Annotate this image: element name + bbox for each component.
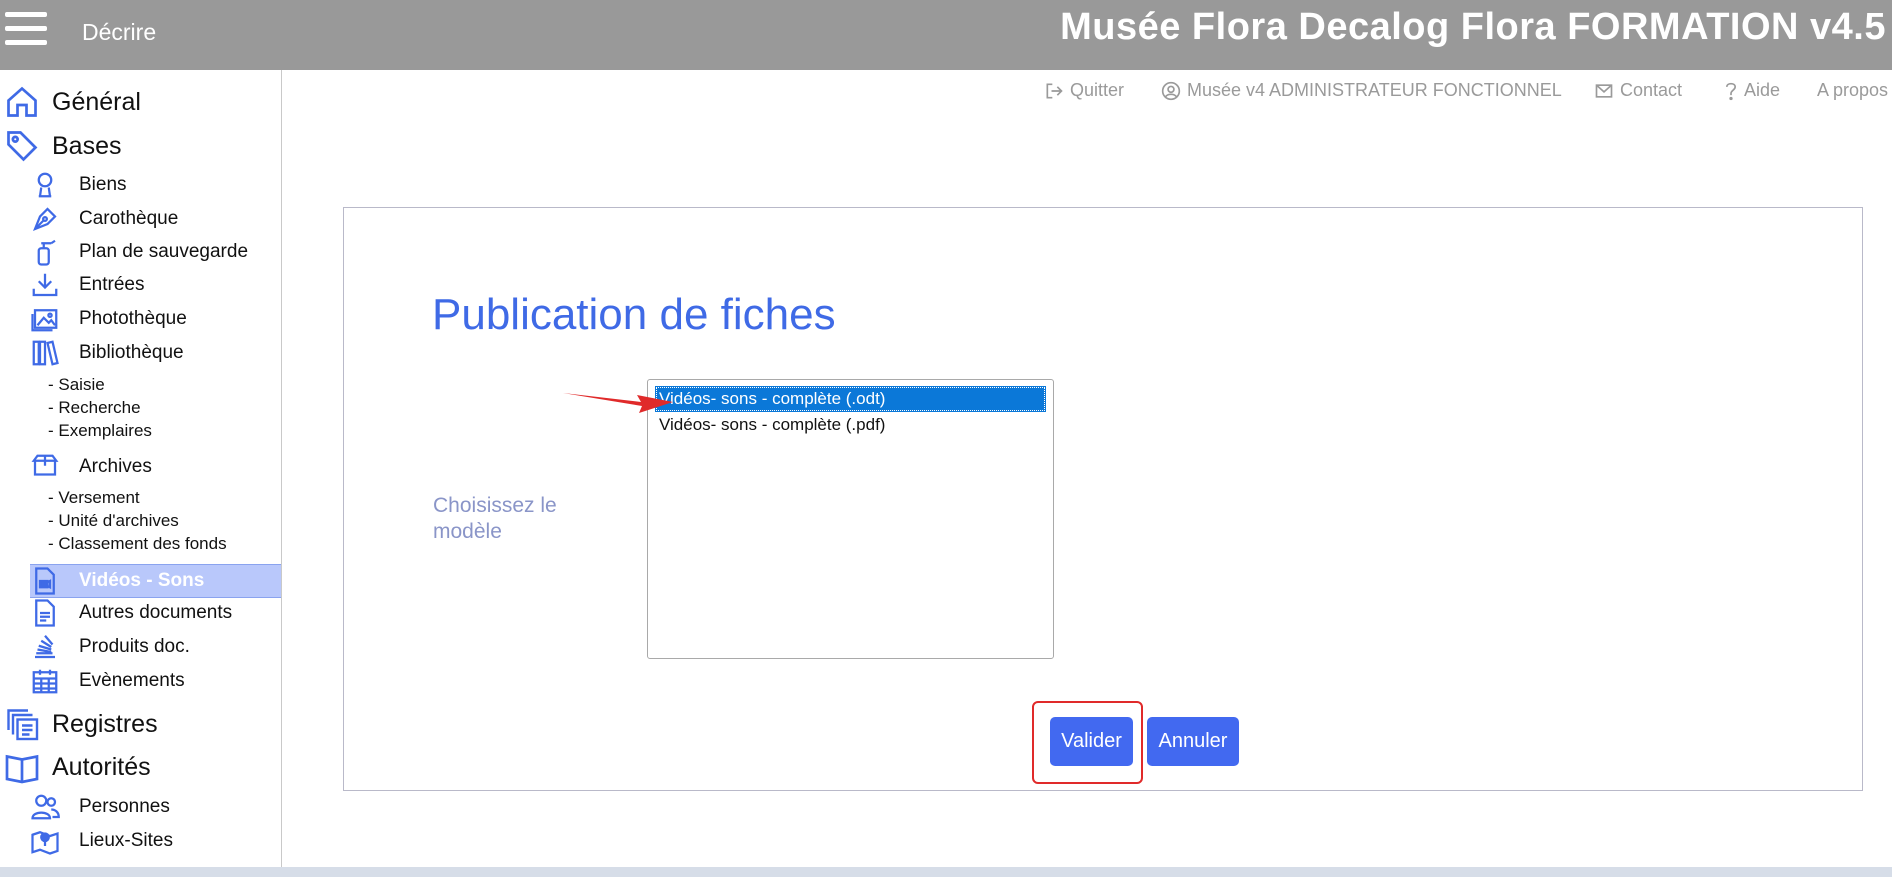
hamburger-menu-icon[interactable] (5, 12, 47, 48)
nav-archives-label: Archives (79, 456, 152, 477)
user-circle-icon (1161, 81, 1181, 101)
video-file-icon (30, 566, 60, 596)
nav-carotheque-label: Carothèque (79, 208, 179, 229)
bottom-scroll-strip (0, 867, 1892, 877)
image-icon (30, 304, 60, 334)
nav-bibliotheque[interactable]: Bibliothèque (30, 338, 184, 368)
model-listbox[interactable]: Vidéos- sons - complète (.odt) Vidéos- s… (647, 379, 1054, 659)
top-bar: Décrire Musée Flora Decalog Flora FORMAT… (0, 0, 1892, 70)
nav-carotheque[interactable]: Carothèque (30, 204, 178, 234)
quit-link[interactable]: Quitter (1044, 80, 1124, 101)
sub-unite-archives[interactable]: - Unité d'archives (48, 511, 179, 531)
sub-versement[interactable]: - Versement (48, 488, 140, 508)
fire-extinguisher-icon (30, 237, 60, 267)
books-icon (30, 338, 60, 368)
user-label: Musée v4 ADMINISTRATEUR FONCTIONNEL (1187, 80, 1562, 100)
nav-lieux-sites[interactable]: Lieux-Sites (30, 826, 173, 856)
download-tray-icon (30, 270, 60, 300)
nav-general[interactable]: Général (4, 84, 141, 120)
sidebar: Général Bases Biens Carothèque Plan de s… (0, 70, 282, 867)
about-label: A propos (1817, 80, 1889, 100)
nav-phototheque[interactable]: Photothèque (30, 304, 187, 334)
nav-general-label: Général (52, 87, 141, 116)
pen-nib-icon (30, 204, 60, 234)
sub-exemplaires[interactable]: - Exemplaires (48, 421, 152, 441)
copies-icon (4, 706, 40, 742)
annotation-arrow-icon (563, 393, 673, 413)
nav-personnes[interactable]: Personnes (30, 792, 170, 822)
nav-registres[interactable]: Registres (4, 706, 158, 742)
stack-icon (30, 632, 60, 662)
cancel-button[interactable]: Annuler (1147, 717, 1239, 766)
page-title: Publication de fiches (432, 290, 836, 339)
nav-videos-label: Vidéos - Sons (79, 570, 205, 591)
nav-entrees-label: Entrées (79, 274, 145, 295)
document-icon (30, 598, 60, 628)
archive-box-icon (30, 452, 60, 482)
nav-autorites[interactable]: Autorités (4, 749, 151, 785)
map-pin-icon (30, 826, 60, 856)
sub-recherche[interactable]: - Recherche (48, 398, 141, 418)
bust-icon (30, 170, 60, 200)
nav-autorites-label: Autorités (52, 752, 151, 781)
sign-out-icon (1044, 81, 1064, 101)
sub-saisie[interactable]: - Saisie (48, 375, 105, 395)
home-icon (4, 84, 40, 120)
nav-bases[interactable]: Bases (4, 128, 121, 164)
nav-evenements[interactable]: Evènements (30, 666, 185, 696)
nav-personnes-label: Personnes (79, 796, 170, 817)
envelope-icon (1594, 81, 1614, 101)
users-icon (30, 792, 60, 822)
annotation-highlight-box (1032, 701, 1143, 784)
model-field-label: Choisissez le modèle (433, 494, 557, 543)
nav-biens-label: Biens (79, 174, 127, 195)
open-book-icon (4, 749, 40, 785)
nav-phototheque-label: Photothèque (79, 308, 187, 329)
nav-lieux-label: Lieux-Sites (79, 830, 173, 851)
contact-label: Contact (1620, 80, 1683, 100)
nav-bases-label: Bases (52, 131, 122, 160)
app-title: Musée Flora Decalog Flora FORMATION v4.5 (1060, 6, 1886, 48)
nav-archives[interactable]: Archives (30, 452, 152, 482)
publication-panel: Publication de fiches Choisissez le modè… (343, 207, 1863, 791)
nav-plan-sauvegarde[interactable]: Plan de sauvegarde (30, 237, 248, 267)
question-mark-icon (1724, 81, 1738, 101)
help-label: Aide (1744, 80, 1781, 100)
help-link[interactable]: Aide (1724, 80, 1780, 101)
quit-label: Quitter (1070, 80, 1125, 100)
nav-plan-label: Plan de sauvegarde (79, 241, 249, 262)
nav-videos-sons[interactable]: Vidéos - Sons (30, 564, 281, 598)
nav-biens[interactable]: Biens (30, 170, 127, 200)
nav-autres-label: Autres documents (79, 602, 233, 623)
nav-produits-doc[interactable]: Produits doc. (30, 632, 190, 662)
module-name: Décrire (82, 19, 157, 45)
calendar-icon (30, 666, 60, 696)
tag-icon (4, 128, 40, 164)
user-link[interactable]: Musée v4 ADMINISTRATEUR FONCTIONNEL (1161, 80, 1562, 101)
nav-evenements-label: Evènements (79, 670, 185, 691)
nav-registres-label: Registres (52, 709, 158, 738)
sub-classement-fonds[interactable]: - Classement des fonds (48, 534, 227, 554)
nav-autres-documents[interactable]: Autres documents (30, 598, 232, 628)
nav-bibliotheque-label: Bibliothèque (79, 342, 184, 363)
nav-produits-label: Produits doc. (79, 636, 190, 657)
model-option-odt[interactable]: Vidéos- sons - complète (.odt) (655, 386, 1046, 412)
model-option-pdf[interactable]: Vidéos- sons - complète (.pdf) (655, 412, 1046, 438)
about-link[interactable]: A propos (1817, 80, 1888, 101)
contact-link[interactable]: Contact (1594, 80, 1682, 101)
nav-entrees[interactable]: Entrées (30, 270, 144, 300)
